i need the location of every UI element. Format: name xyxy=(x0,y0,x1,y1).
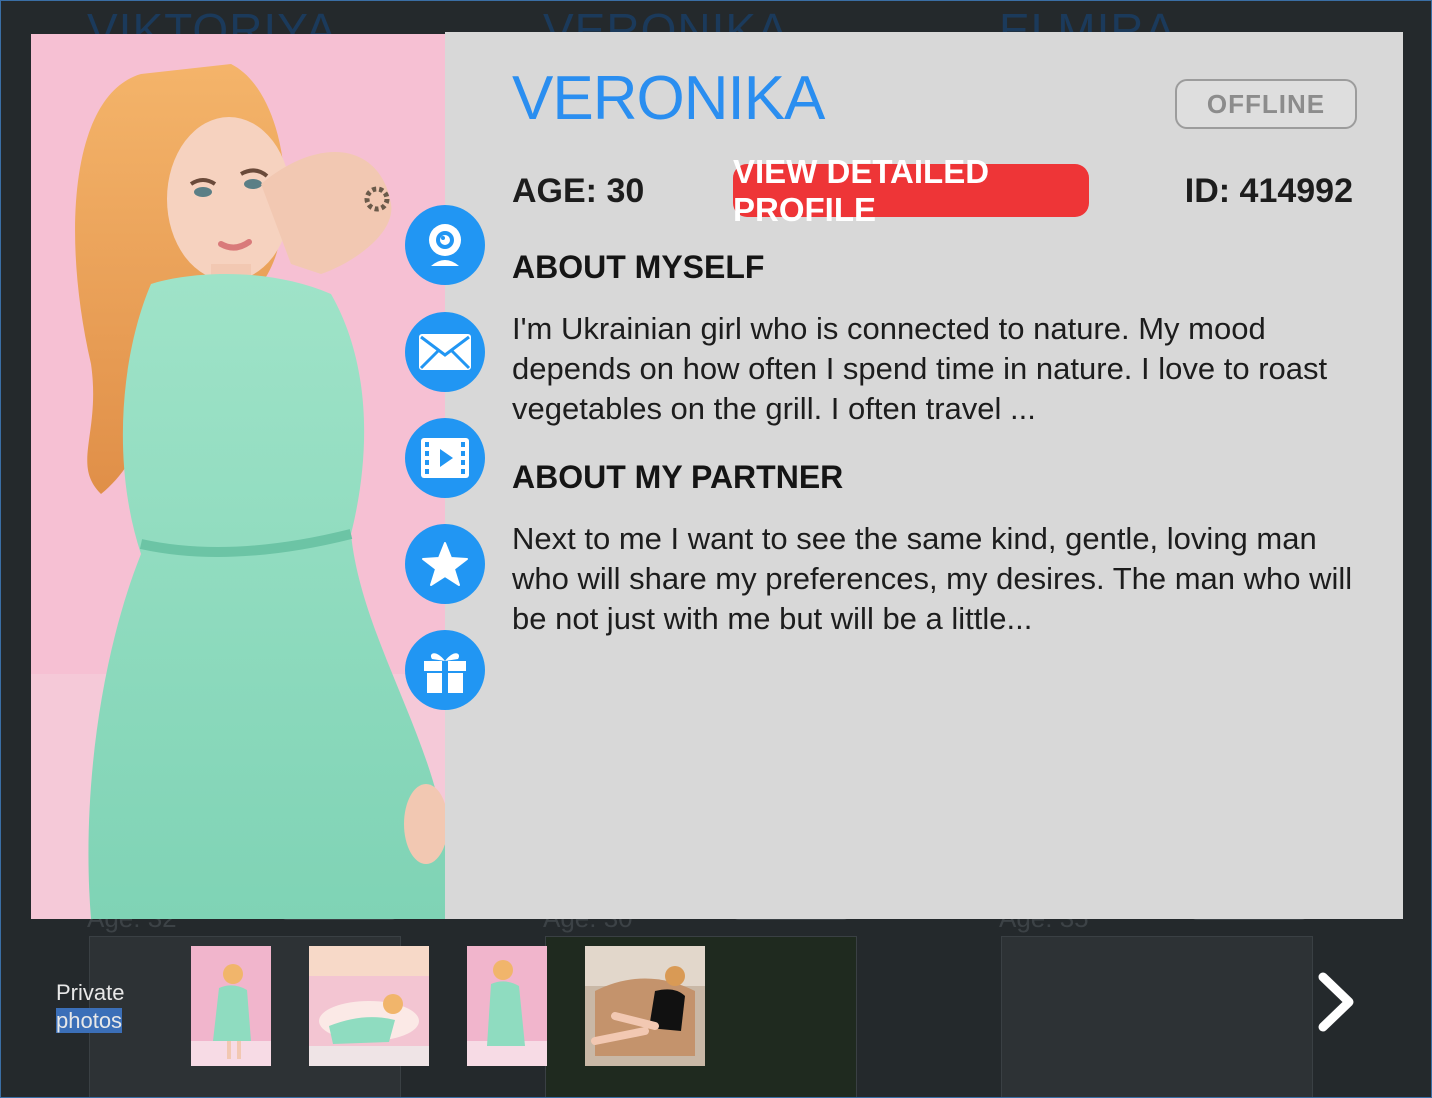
send-gift-button[interactable] xyxy=(405,630,485,710)
photo-thumbnail[interactable] xyxy=(467,946,547,1066)
bg-card-photo[interactable] xyxy=(1001,936,1313,1097)
app-window: VIKTORIYA VERONIKA ELMIRA Age: 32 Age: 3… xyxy=(0,0,1432,1098)
mail-icon xyxy=(419,334,471,370)
gift-icon xyxy=(424,653,466,693)
status-badge: OFFLINE xyxy=(1175,79,1357,129)
send-message-button[interactable] xyxy=(405,312,485,392)
photo-thumbnail[interactable] xyxy=(309,946,429,1066)
profile-id: ID: 414992 xyxy=(1184,172,1353,210)
about-partner-heading: ABOUT MY PARTNER xyxy=(512,459,844,495)
private-photos-label-line1: Private xyxy=(56,980,125,1005)
webcam-icon xyxy=(429,224,461,266)
watch-video-button[interactable] xyxy=(405,418,485,498)
private-photos-label-line2: photos xyxy=(56,1008,123,1033)
thumbnail-image xyxy=(467,946,547,1066)
next-arrow-icon[interactable] xyxy=(1313,971,1359,1033)
view-detailed-profile-button[interactable]: VIEW DETAILED PROFILE xyxy=(733,153,1089,228)
profile-name: VERONIKA xyxy=(512,64,825,133)
profile-age: AGE: 30 xyxy=(512,172,645,210)
about-myself-heading: ABOUT MYSELF xyxy=(512,249,765,285)
private-photos-link[interactable]: Private photos xyxy=(56,979,124,1035)
video-icon xyxy=(421,438,469,478)
thumbnail-image xyxy=(191,946,271,1066)
about-myself-text: I'm Ukrainian girl who is connected to n… xyxy=(512,311,1328,426)
thumbnail-image xyxy=(309,946,429,1066)
star-icon xyxy=(422,542,468,586)
profile-photo[interactable] xyxy=(31,34,445,919)
about-partner-text: Next to me I want to see the same kind, … xyxy=(512,521,1353,636)
photo-thumbnail[interactable] xyxy=(191,946,271,1066)
video-chat-button[interactable] xyxy=(405,205,485,285)
add-favorite-button[interactable] xyxy=(405,524,485,604)
profile-photo-illustration xyxy=(31,34,445,919)
photo-thumbnail[interactable] xyxy=(585,946,705,1066)
thumbnail-image xyxy=(585,946,705,1066)
